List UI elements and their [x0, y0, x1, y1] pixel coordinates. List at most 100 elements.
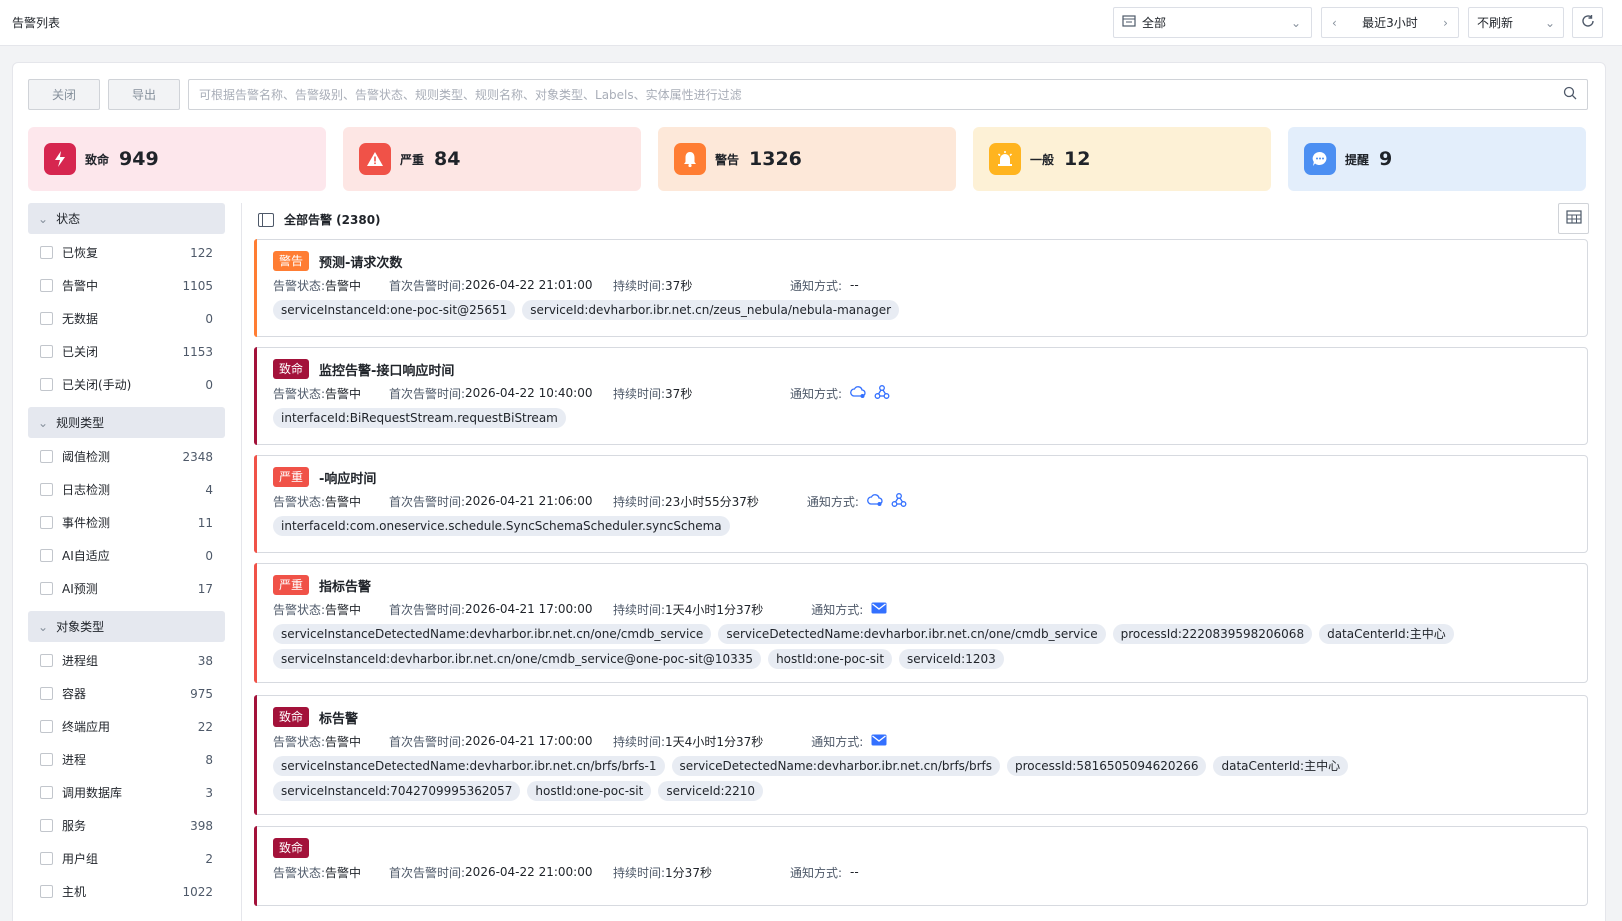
meta-key: 持续时间:: [613, 602, 666, 617]
filter-item[interactable]: 主机 1022: [28, 875, 225, 908]
alert-card[interactable]: 严重 -响应时间 告警状态: 告警中 首次告警时间: 2026-04-21 21:06…: [254, 455, 1588, 553]
label-tag[interactable]: serviceDetectedName:devharbor.ibr.net.cn…: [671, 756, 1000, 776]
filter-checkbox[interactable]: [40, 279, 53, 292]
filter-checkbox[interactable]: [40, 450, 53, 463]
meta-key: 持续时间:: [613, 278, 666, 293]
filter-item[interactable]: 终端应用 22: [28, 710, 225, 743]
label-tag[interactable]: interfaceId:com.oneservice.schedule.Sync…: [273, 516, 730, 536]
alert-card[interactable]: 致命 监控告警-接口响应时间 告警状态: 告警中 首次告警时间: 2026-04-22…: [254, 347, 1588, 445]
filter-checkbox[interactable]: [40, 720, 53, 733]
label-tag[interactable]: serviceDetectedName:devharbor.ibr.net.cn…: [718, 624, 1106, 644]
filter-checkbox[interactable]: [40, 852, 53, 865]
label-tag[interactable]: serviceId:2210: [658, 781, 764, 801]
filter-item[interactable]: 进程组 38: [28, 644, 225, 677]
chevron-left-icon[interactable]: ‹: [1332, 16, 1337, 30]
scope-select[interactable]: 全部 ⌄: [1113, 7, 1312, 38]
refresh-interval-select[interactable]: 不刷新 ⌄: [1468, 7, 1564, 38]
filter-checkbox[interactable]: [40, 345, 53, 358]
filter-group-header[interactable]: ⌄ 对象类型: [28, 611, 225, 642]
stat-card-general[interactable]: 一般 12: [973, 127, 1271, 191]
filter-item[interactable]: AI自适应 0: [28, 539, 225, 572]
stat-card-critical[interactable]: 严重 84: [343, 127, 641, 191]
filter-checkbox[interactable]: [40, 246, 53, 259]
filter-item[interactable]: 告警中 1105: [28, 269, 225, 302]
level-badge: 致命: [273, 359, 310, 379]
filter-item[interactable]: 已恢复 122: [28, 236, 225, 269]
filter-item-label: 无数据: [62, 312, 99, 326]
alert-card[interactable]: 致命 标告警 告警状态: 告警中 首次告警时间: 2026-04-21 17:00:0…: [254, 695, 1588, 815]
filter-checkbox[interactable]: [40, 483, 53, 496]
filter-item[interactable]: 调用数据库 3: [28, 776, 225, 809]
message-icon: [1304, 143, 1336, 175]
refresh-button[interactable]: [1572, 7, 1603, 38]
label-tag[interactable]: serviceInstanceId:one-poc-sit@25651: [273, 300, 516, 320]
chevron-down-icon: ⌄: [38, 619, 49, 634]
filter-item[interactable]: 服务 398: [28, 809, 225, 842]
alert-name[interactable]: 预测-请求次数: [319, 252, 402, 271]
filter-checkbox[interactable]: [40, 549, 53, 562]
filter-checkbox[interactable]: [40, 885, 53, 898]
alert-notify: 通知方式:: [790, 384, 890, 403]
alert-card[interactable]: 致命 告警状态: 告警中 首次告警时间: 2026-04-22 21:00:00 持续…: [254, 826, 1588, 906]
filter-item[interactable]: 用户组 2: [28, 842, 225, 875]
filter-item[interactable]: 容器 975: [28, 677, 225, 710]
filter-item[interactable]: 已关闭 1153: [28, 335, 225, 368]
alert-name[interactable]: 指标告警: [319, 576, 371, 595]
collapse-sidebar-icon[interactable]: [258, 212, 274, 227]
label-tag[interactable]: hostId:one-poc-sit: [527, 781, 652, 801]
label-tag[interactable]: serviceInstanceId:devharbor.ibr.net.cn/o…: [273, 649, 762, 669]
label-tag[interactable]: processId:5816505094620266: [1007, 756, 1207, 776]
stat-card-fatal[interactable]: 致命 949: [28, 127, 326, 191]
filter-checkbox[interactable]: [40, 312, 53, 325]
filter-checkbox[interactable]: [40, 687, 53, 700]
filter-item[interactable]: 无数据 0: [28, 302, 225, 335]
label-tag[interactable]: interfaceId:BiRequestStream.requestBiStr…: [273, 408, 566, 428]
alert-name[interactable]: 标告警: [319, 708, 358, 727]
filter-item[interactable]: 事件检测 11: [28, 506, 225, 539]
alert-duration: 持续时间: 23小时55分37秒: [613, 493, 759, 510]
stat-card-notice[interactable]: 提醒 9: [1288, 127, 1586, 191]
meta-key: 通知方式:: [811, 734, 864, 749]
chevron-right-icon[interactable]: ›: [1443, 16, 1448, 30]
alert-name[interactable]: -响应时间: [319, 468, 376, 487]
filter-item[interactable]: 日志检测 4: [28, 473, 225, 506]
filter-sidebar: ⌄ 状态 已恢复 122 告警中 1105 无数据 0 已关闭 1153 已关闭(手动) 0 ⌄ 规则类型…: [28, 203, 225, 921]
label-tag[interactable]: serviceInstanceId:7042709995362057: [273, 781, 521, 801]
search-input[interactable]: [199, 87, 1563, 102]
filter-item[interactable]: 阈值检测 2348: [28, 440, 225, 473]
filter-checkbox[interactable]: [40, 378, 53, 391]
filter-checkbox[interactable]: [40, 786, 53, 799]
stat-card-warning[interactable]: 警告 1326: [658, 127, 956, 191]
level-badge: 严重: [273, 575, 310, 595]
alert-first-time: 首次告警时间: 2026-04-22 21:01:00: [389, 277, 613, 294]
close-button[interactable]: 关闭: [28, 79, 100, 110]
filter-group-header[interactable]: ⌄ 规则类型: [28, 407, 225, 438]
label-tag[interactable]: serviceInstanceDetectedName:devharbor.ib…: [273, 756, 665, 776]
alert-card[interactable]: 严重 指标告警 告警状态: 告警中 首次告警时间: 2026-04-21 17:00:…: [254, 563, 1588, 683]
alert-tags: interfaceId:BiRequestStream.requestBiStr…: [273, 408, 1571, 436]
filter-checkbox[interactable]: [40, 753, 53, 766]
filter-item-label: 容器: [62, 687, 87, 701]
filter-item[interactable]: 已关闭(手动) 0: [28, 368, 225, 401]
search-icon[interactable]: [1563, 86, 1577, 103]
label-tag[interactable]: serviceId:1203: [899, 649, 1004, 669]
export-button[interactable]: 导出: [108, 79, 180, 110]
label-tag[interactable]: dataCenterId:主中心: [1213, 756, 1349, 776]
filter-checkbox[interactable]: [40, 654, 53, 667]
filter-checkbox[interactable]: [40, 582, 53, 595]
label-tag[interactable]: processId:2220839598206068: [1112, 624, 1313, 644]
alert-head: 致命: [273, 837, 1571, 859]
filter-checkbox[interactable]: [40, 819, 53, 832]
label-tag[interactable]: dataCenterId:主中心: [1319, 624, 1454, 644]
label-tag[interactable]: serviceInstanceDetectedName:devharbor.ib…: [273, 624, 712, 644]
label-tag[interactable]: hostId:one-poc-sit: [768, 649, 893, 669]
alert-name[interactable]: 监控告警-接口响应时间: [319, 360, 454, 379]
table-view-button[interactable]: [1558, 203, 1589, 234]
filter-item[interactable]: AI预测 17: [28, 572, 225, 605]
label-tag[interactable]: serviceId:devharbor.ibr.net.cn/zeus_nebu…: [522, 300, 900, 320]
filter-checkbox[interactable]: [40, 516, 53, 529]
time-range-picker[interactable]: ‹ 最近3小时 ›: [1321, 7, 1459, 38]
filter-group-header[interactable]: ⌄ 状态: [28, 203, 225, 234]
alert-card[interactable]: 警告 预测-请求次数 告警状态: 告警中 首次告警时间: 2026-04-22 21:…: [254, 239, 1588, 337]
filter-item[interactable]: 进程 8: [28, 743, 225, 776]
